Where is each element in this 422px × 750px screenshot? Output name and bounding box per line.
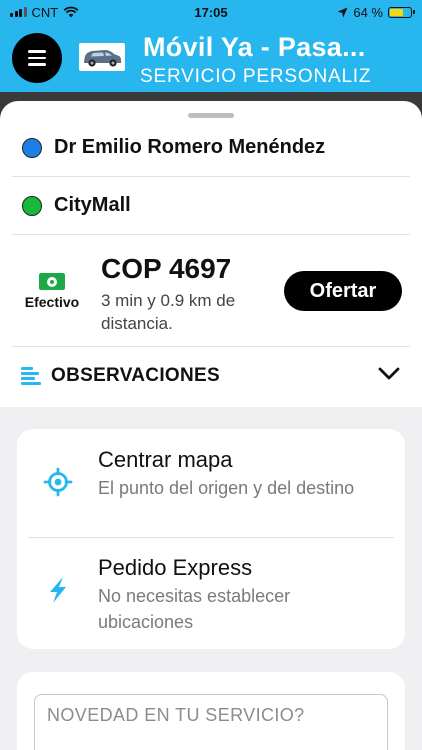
fare-amount: COP 4697 [101, 253, 232, 284]
novelty-input[interactable] [34, 694, 388, 750]
payment-method[interactable]: Efectivo [19, 273, 85, 310]
origin-row[interactable]: Dr Emilio Romero Menéndez [12, 119, 410, 177]
car-logo-icon [84, 50, 121, 67]
center-map-description: El punto del origen y del destino [98, 478, 355, 498]
destination-address: CityMall [54, 194, 131, 216]
express-order-title: Pedido Express [98, 555, 253, 580]
battery-icon [388, 6, 415, 18]
express-order-action[interactable]: Pedido Express No necesitas establecer u… [17, 537, 405, 645]
center-map-action[interactable]: Centrar mapa El punto del origen y del d… [17, 429, 405, 537]
app-subtitle: SERVICIO PERSONALIZ [140, 66, 372, 87]
lightning-icon [50, 577, 66, 603]
novelty-card [17, 672, 405, 750]
origin-dot-icon [22, 137, 42, 158]
hamburger-icon-line [28, 50, 46, 53]
app-header: Móvil Ya - Pasa... SERVICIO PERSONALIZ [0, 24, 422, 92]
carrier-label: CNT [31, 4, 59, 20]
observations-row[interactable]: OBSERVACIONES [12, 347, 410, 405]
battery-level-fill [390, 8, 403, 16]
express-order-description: No necesitas establecer ubicaciones [98, 586, 291, 632]
destination-dot-icon [22, 195, 42, 216]
menu-button[interactable] [12, 33, 62, 83]
location-arrow-icon [337, 7, 348, 17]
signal-icon [10, 7, 27, 17]
offer-button[interactable]: Ofertar [284, 271, 402, 311]
hamburger-icon-line [28, 63, 46, 66]
status-right: 64 % [337, 4, 415, 20]
cash-icon [39, 273, 65, 290]
app-title: Móvil Ya - Pasa... [143, 32, 366, 62]
wifi-icon [63, 6, 79, 18]
center-map-title: Centrar mapa [98, 447, 233, 472]
origin-address: Dr Emilio Romero Menéndez [54, 136, 326, 158]
payment-label: Efectivo [24, 294, 80, 310]
sheet-drag-handle[interactable] [188, 113, 234, 118]
app-logo [79, 43, 125, 71]
fare-row: Efectivo COP 4697 3 min y 0.9 km de dist… [12, 235, 410, 347]
status-left: CNT [10, 5, 79, 20]
crosshair-icon [43, 467, 73, 497]
notes-icon [21, 367, 41, 385]
status-bar: CNT 17:05 64 % [0, 0, 422, 24]
actions-card: Centrar mapa El punto del origen y del d… [17, 429, 405, 649]
battery-percent: 64 % [353, 4, 383, 20]
trip-sheet: Dr Emilio Romero Menéndez CityMall Efect… [0, 101, 422, 407]
hamburger-icon-line [28, 56, 46, 60]
observations-label: OBSERVACIONES [51, 365, 220, 386]
chevron-down-icon[interactable] [378, 367, 400, 381]
destination-row[interactable]: CityMall [12, 177, 410, 235]
eta-text: 3 min y 0.9 km de distancia. [101, 291, 236, 333]
